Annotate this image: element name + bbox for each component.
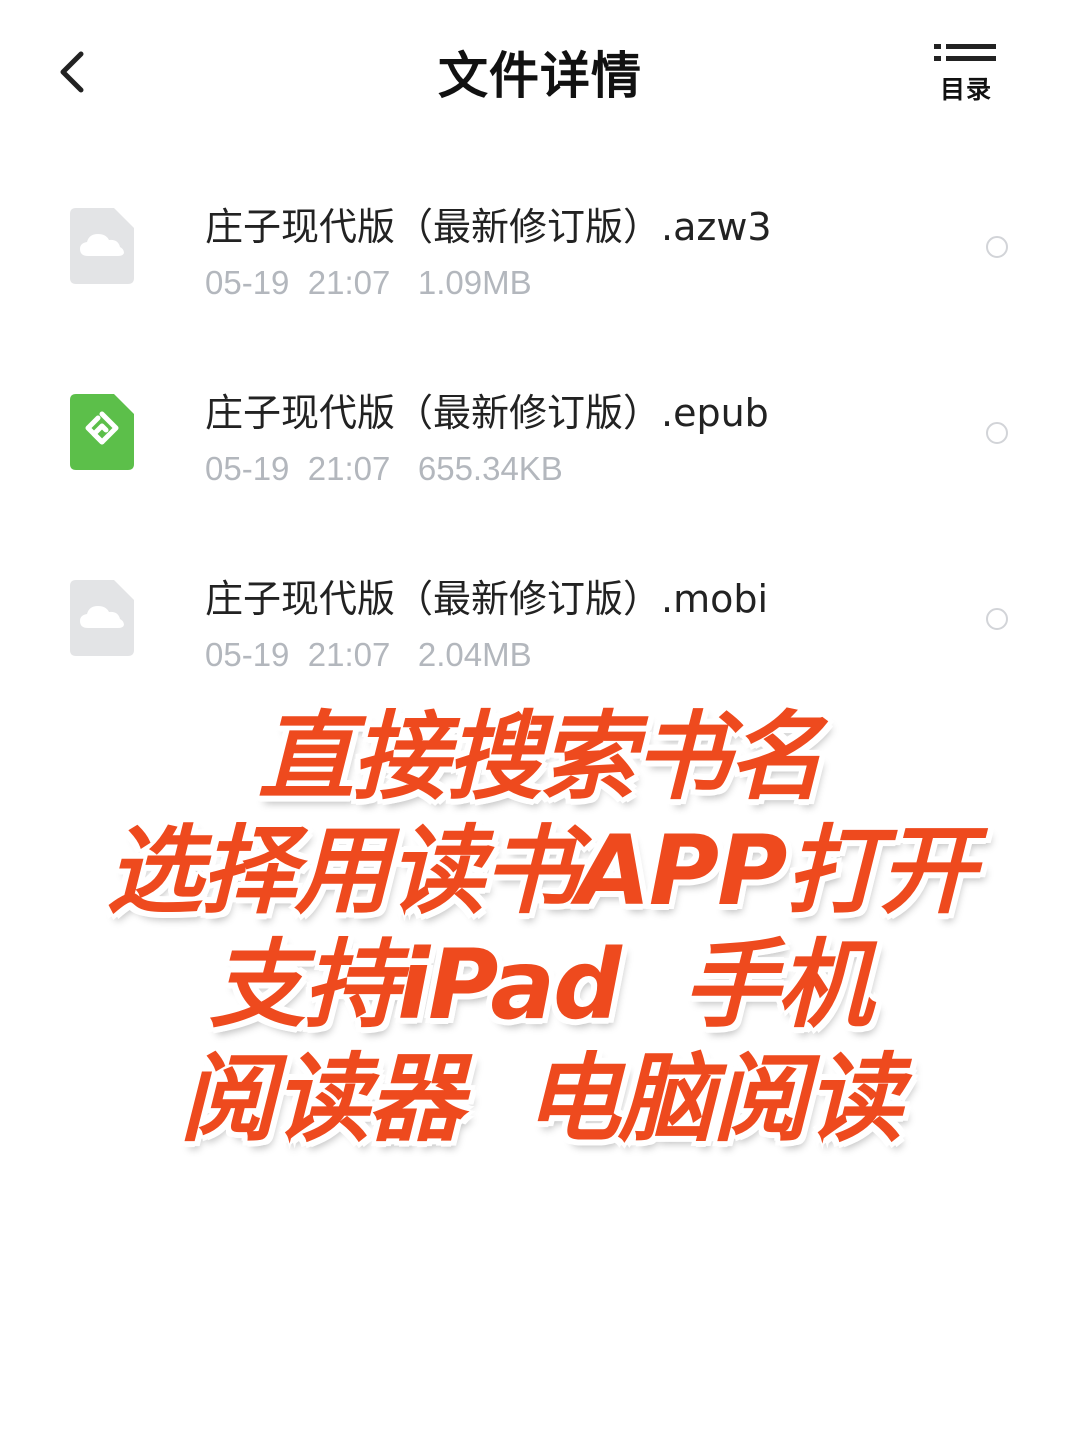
file-time: 21:07 bbox=[307, 636, 391, 673]
overlay-line: 选择用读书APP打开 bbox=[106, 815, 975, 927]
select-radio[interactable] bbox=[986, 422, 1008, 444]
file-name: 庄子现代版（最新修订版）.mobi bbox=[205, 577, 769, 621]
file-date: 05-19 bbox=[205, 450, 290, 487]
toc-label: 目录 bbox=[939, 75, 992, 104]
toc-button[interactable]: 目录 bbox=[930, 40, 1002, 106]
file-time: 21:07 bbox=[307, 264, 391, 301]
page-title: 文件详情 bbox=[438, 47, 642, 105]
overlay-line: 支持iPad 手机 bbox=[209, 929, 872, 1041]
cloud-file-icon bbox=[70, 208, 134, 284]
select-radio[interactable] bbox=[986, 236, 1008, 258]
file-row[interactable]: 庄子现代版（最新修订版）.epub 05-19 21:07 655.34KB bbox=[0, 356, 1080, 506]
file-meta: 05-19 21:07 655.34KB bbox=[205, 450, 563, 488]
file-meta: 05-19 21:07 1.09MB bbox=[205, 264, 532, 302]
file-date: 05-19 bbox=[205, 264, 290, 301]
overlay-line: 直接搜索书名 bbox=[258, 701, 824, 813]
list-icon bbox=[934, 44, 996, 61]
file-size: 655.34KB bbox=[417, 450, 563, 487]
overlay-line: 阅读器 电脑阅读 bbox=[179, 1043, 903, 1155]
file-date: 05-19 bbox=[205, 636, 290, 673]
file-name: 庄子现代版（最新修订版）.epub bbox=[205, 391, 769, 435]
cloud-file-icon bbox=[70, 580, 134, 656]
epub-file-icon bbox=[70, 394, 134, 470]
file-name: 庄子现代版（最新修订版）.azw3 bbox=[205, 205, 772, 249]
file-meta: 05-19 21:07 2.04MB bbox=[205, 636, 532, 674]
header-bar: 文件详情 目录 bbox=[0, 0, 1080, 140]
file-row[interactable]: 庄子现代版（最新修订版）.mobi 05-19 21:07 2.04MB bbox=[0, 542, 1080, 692]
select-radio[interactable] bbox=[986, 608, 1008, 630]
file-size: 1.09MB bbox=[417, 264, 532, 301]
file-row[interactable]: 庄子现代版（最新修订版）.azw3 05-19 21:07 1.09MB bbox=[0, 170, 1080, 320]
file-time: 21:07 bbox=[307, 450, 391, 487]
file-size: 2.04MB bbox=[417, 636, 532, 673]
promo-overlay-text: 直接搜索书名 选择用读书APP打开 支持iPad 手机 阅读器 电脑阅读 bbox=[0, 700, 1080, 1156]
